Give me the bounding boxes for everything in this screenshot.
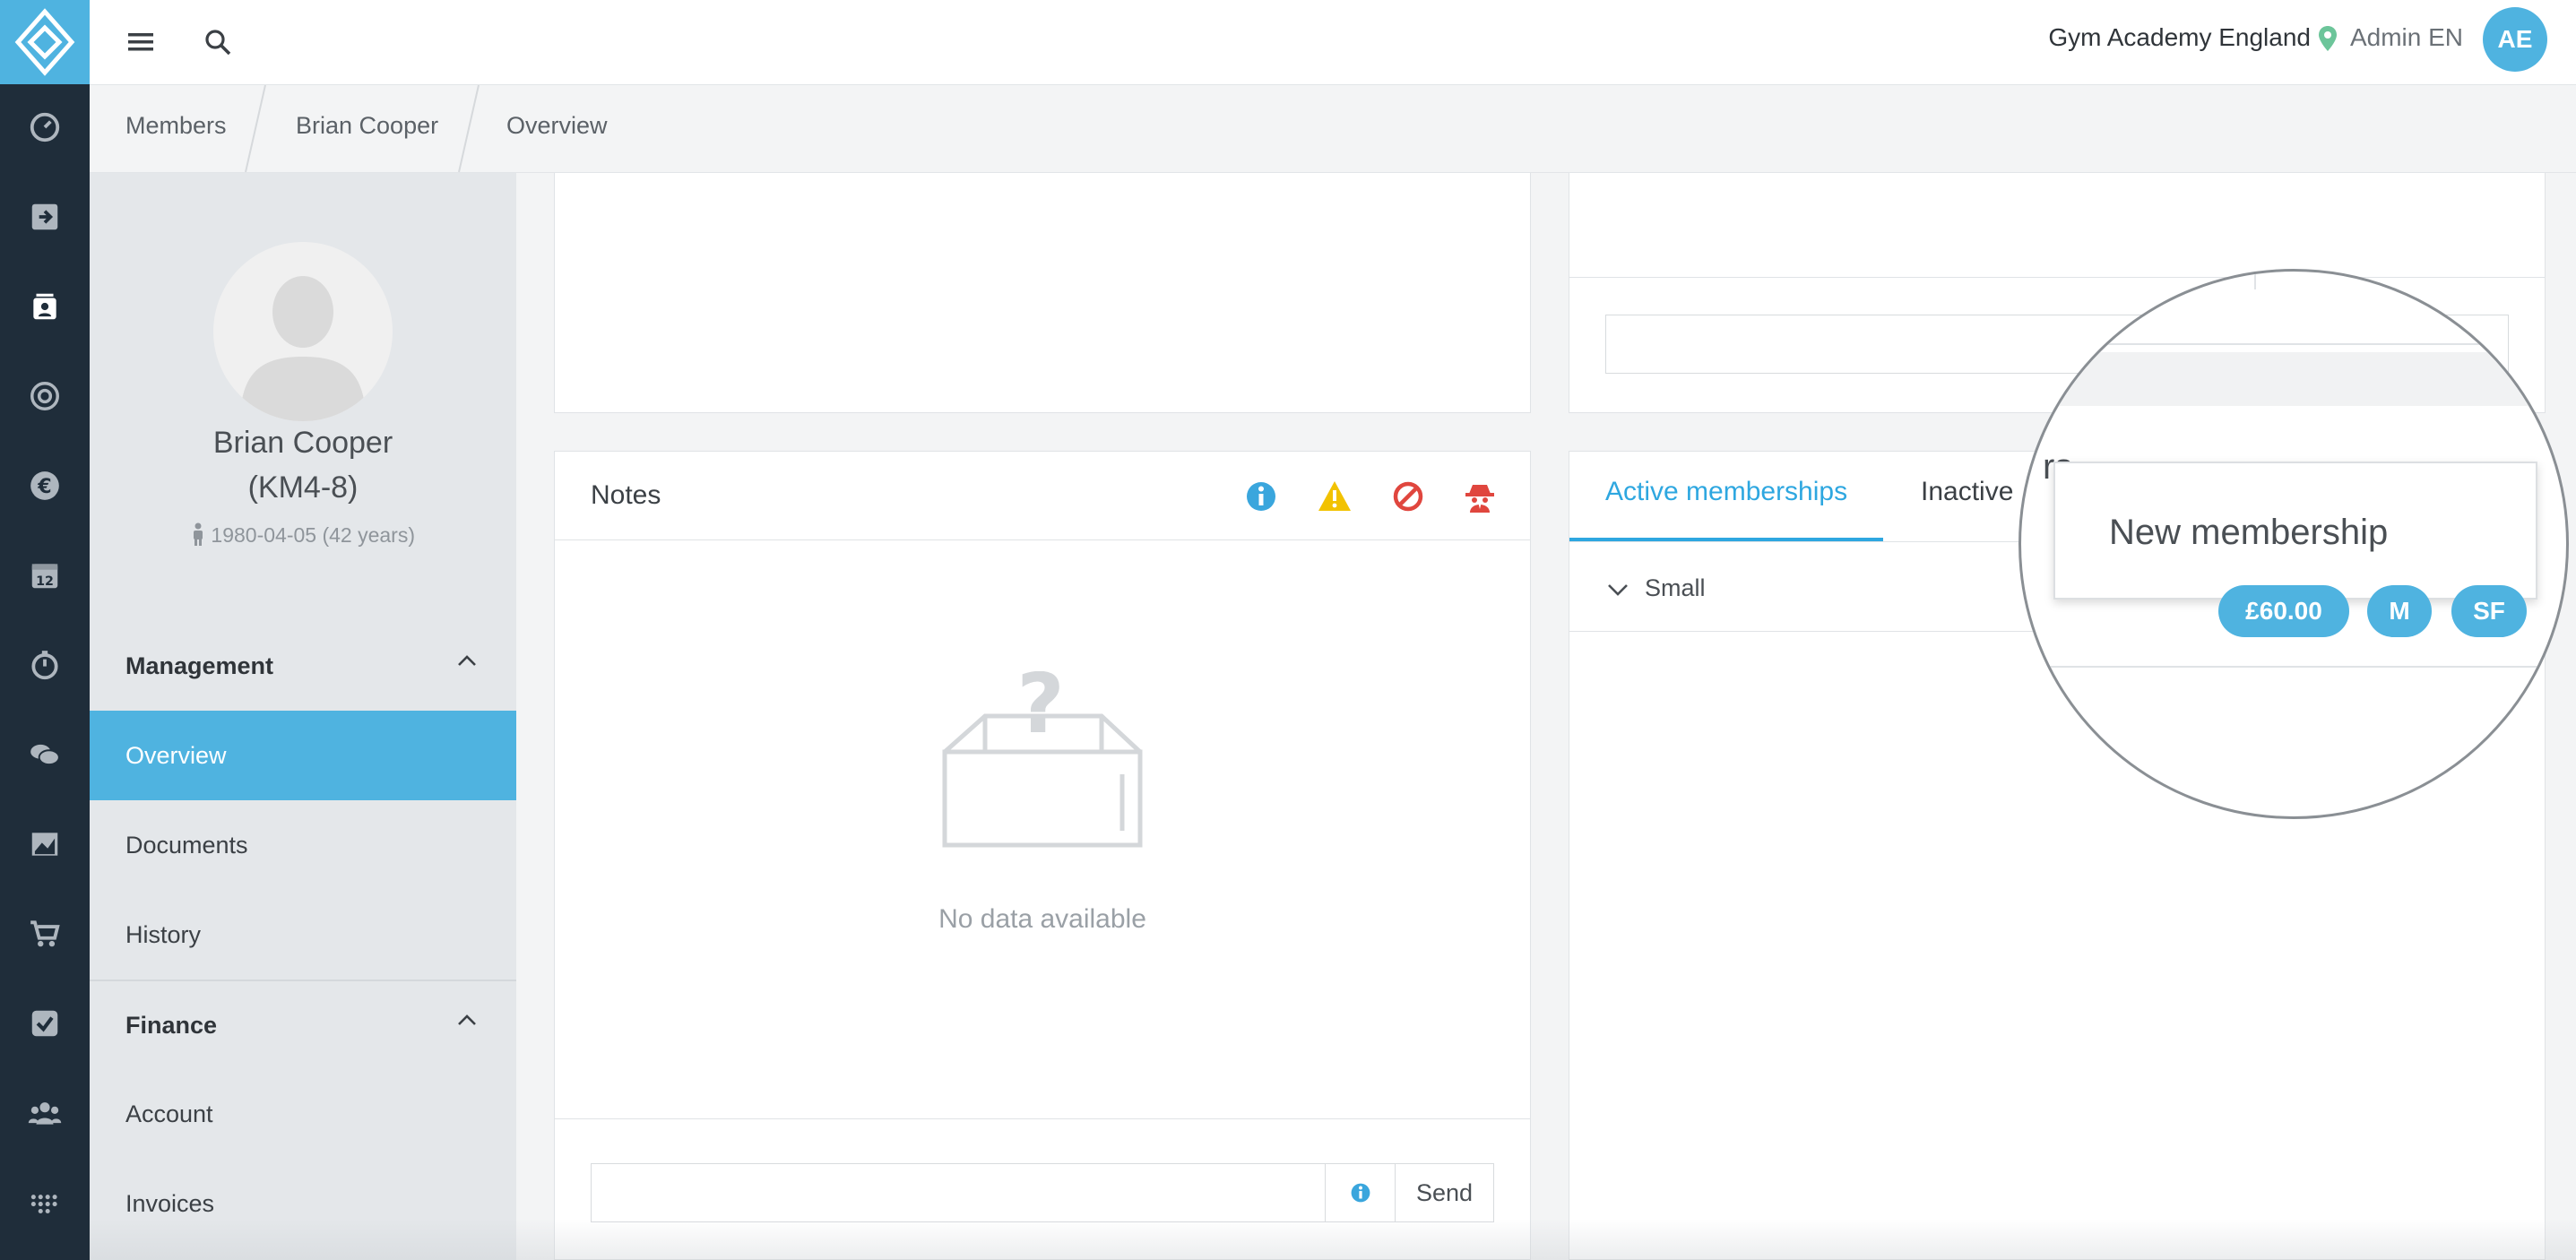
badge-sf[interactable]: SF — [2451, 585, 2527, 637]
chart-icon[interactable] — [0, 817, 90, 871]
membership-row-label[interactable]: Small — [1645, 574, 1706, 602]
top-left-panel — [554, 173, 1531, 413]
person-icon — [194, 522, 203, 546]
nav-account[interactable]: Account — [90, 1069, 516, 1159]
svg-text:12: 12 — [36, 574, 54, 589]
member-code: (KM4-8) — [247, 470, 359, 505]
breadcrumb-member[interactable]: Brian Cooper — [296, 112, 438, 140]
send-button[interactable]: Send — [1396, 1163, 1494, 1222]
member-photo — [213, 242, 393, 421]
dashboard-icon[interactable] — [0, 100, 90, 154]
target-icon[interactable] — [0, 369, 90, 423]
breadcrumb-separator — [458, 85, 480, 172]
menu-icon[interactable] — [118, 20, 163, 65]
divider — [1569, 277, 2545, 278]
divider — [2254, 272, 2256, 289]
info-icon[interactable] — [1243, 479, 1279, 514]
icon-rail: € 12 — [0, 0, 90, 1260]
svg-text:?: ? — [1016, 671, 1064, 752]
price-badge[interactable]: £60.00 — [2218, 585, 2349, 637]
chat-icon[interactable] — [0, 728, 90, 781]
logo-icon — [14, 8, 75, 76]
divider — [2021, 666, 2566, 668]
badge-m[interactable]: M — [2367, 585, 2432, 637]
spy-icon[interactable] — [1462, 479, 1498, 514]
person-silhouette-icon — [240, 276, 366, 421]
check-in-icon[interactable] — [0, 190, 90, 244]
magnifier-callout: rs New membership £60.00 M SF — [2018, 269, 2569, 819]
breadcrumb-members[interactable]: Members — [125, 112, 227, 140]
notes-title: Notes — [591, 480, 661, 510]
nav-history[interactable]: History — [90, 890, 516, 980]
dob-text: 1980-04-05 (42 years) — [211, 523, 415, 547]
chevron-up-icon[interactable] — [457, 1014, 477, 1026]
divider — [555, 539, 1530, 540]
euro-icon[interactable]: € — [0, 459, 90, 513]
location-pin-icon — [2318, 25, 2338, 56]
tasks-icon[interactable] — [0, 997, 90, 1050]
cart-icon[interactable] — [0, 907, 90, 961]
bottom-shadow — [90, 1219, 2576, 1260]
search-icon[interactable] — [195, 20, 240, 65]
logo[interactable] — [0, 0, 90, 84]
chevron-up-icon[interactable] — [457, 654, 477, 667]
members-icon[interactable] — [0, 280, 90, 333]
notes-panel: Notes ? No data available Send — [554, 451, 1531, 1260]
user-name[interactable]: Admin EN — [2350, 23, 2463, 52]
member-sidebar: Brian Cooper (KM4-8) 1980-04-05 (42 year… — [90, 173, 516, 1260]
divider — [2021, 343, 2566, 345]
new-membership-button[interactable]: New membership — [2053, 462, 2537, 600]
info-icon — [1351, 1183, 1370, 1203]
empty-box-icon: ? — [942, 671, 1143, 848]
section-management[interactable]: Management — [125, 652, 273, 680]
groups-icon[interactable] — [0, 1086, 90, 1140]
breadcrumb-current: Overview — [506, 112, 608, 139]
content-area: Notes ? No data available Send Active me… — [516, 173, 2576, 1260]
member-dob: 1980-04-05 (42 years) — [90, 522, 516, 548]
top-bar: Gym Academy England Admin EN AE — [90, 0, 2576, 85]
tab-active-memberships[interactable]: Active memberships — [1605, 477, 1847, 507]
warning-icon[interactable] — [1317, 479, 1353, 514]
member-name: Brian Cooper — [212, 426, 393, 460]
chevron-down-icon[interactable] — [1607, 583, 1629, 597]
blocked-icon[interactable] — [1390, 479, 1426, 514]
nav-documents[interactable]: Documents — [90, 800, 516, 890]
breadcrumb-separator — [245, 85, 266, 172]
zoomed-input-area — [2021, 352, 2566, 406]
tab-inactive-memberships[interactable]: Inactive — [1921, 477, 2013, 507]
nav-overview[interactable]: Overview — [90, 711, 516, 800]
empty-state-text: No data available — [938, 904, 1146, 934]
stopwatch-icon[interactable] — [0, 638, 90, 692]
section-finance[interactable]: Finance — [125, 1012, 217, 1040]
organization-name[interactable]: Gym Academy England — [2048, 23, 2311, 52]
calendar-icon[interactable]: 12 — [0, 548, 90, 602]
divider — [555, 1118, 1530, 1119]
note-info-button[interactable] — [1326, 1163, 1396, 1222]
apps-icon[interactable] — [0, 1176, 90, 1230]
avatar[interactable]: AE — [2483, 7, 2547, 72]
note-input[interactable] — [591, 1163, 1326, 1222]
breadcrumb: Members Brian Cooper Overview — [90, 85, 2576, 173]
svg-text:€: € — [37, 475, 51, 498]
divider — [90, 980, 516, 981]
